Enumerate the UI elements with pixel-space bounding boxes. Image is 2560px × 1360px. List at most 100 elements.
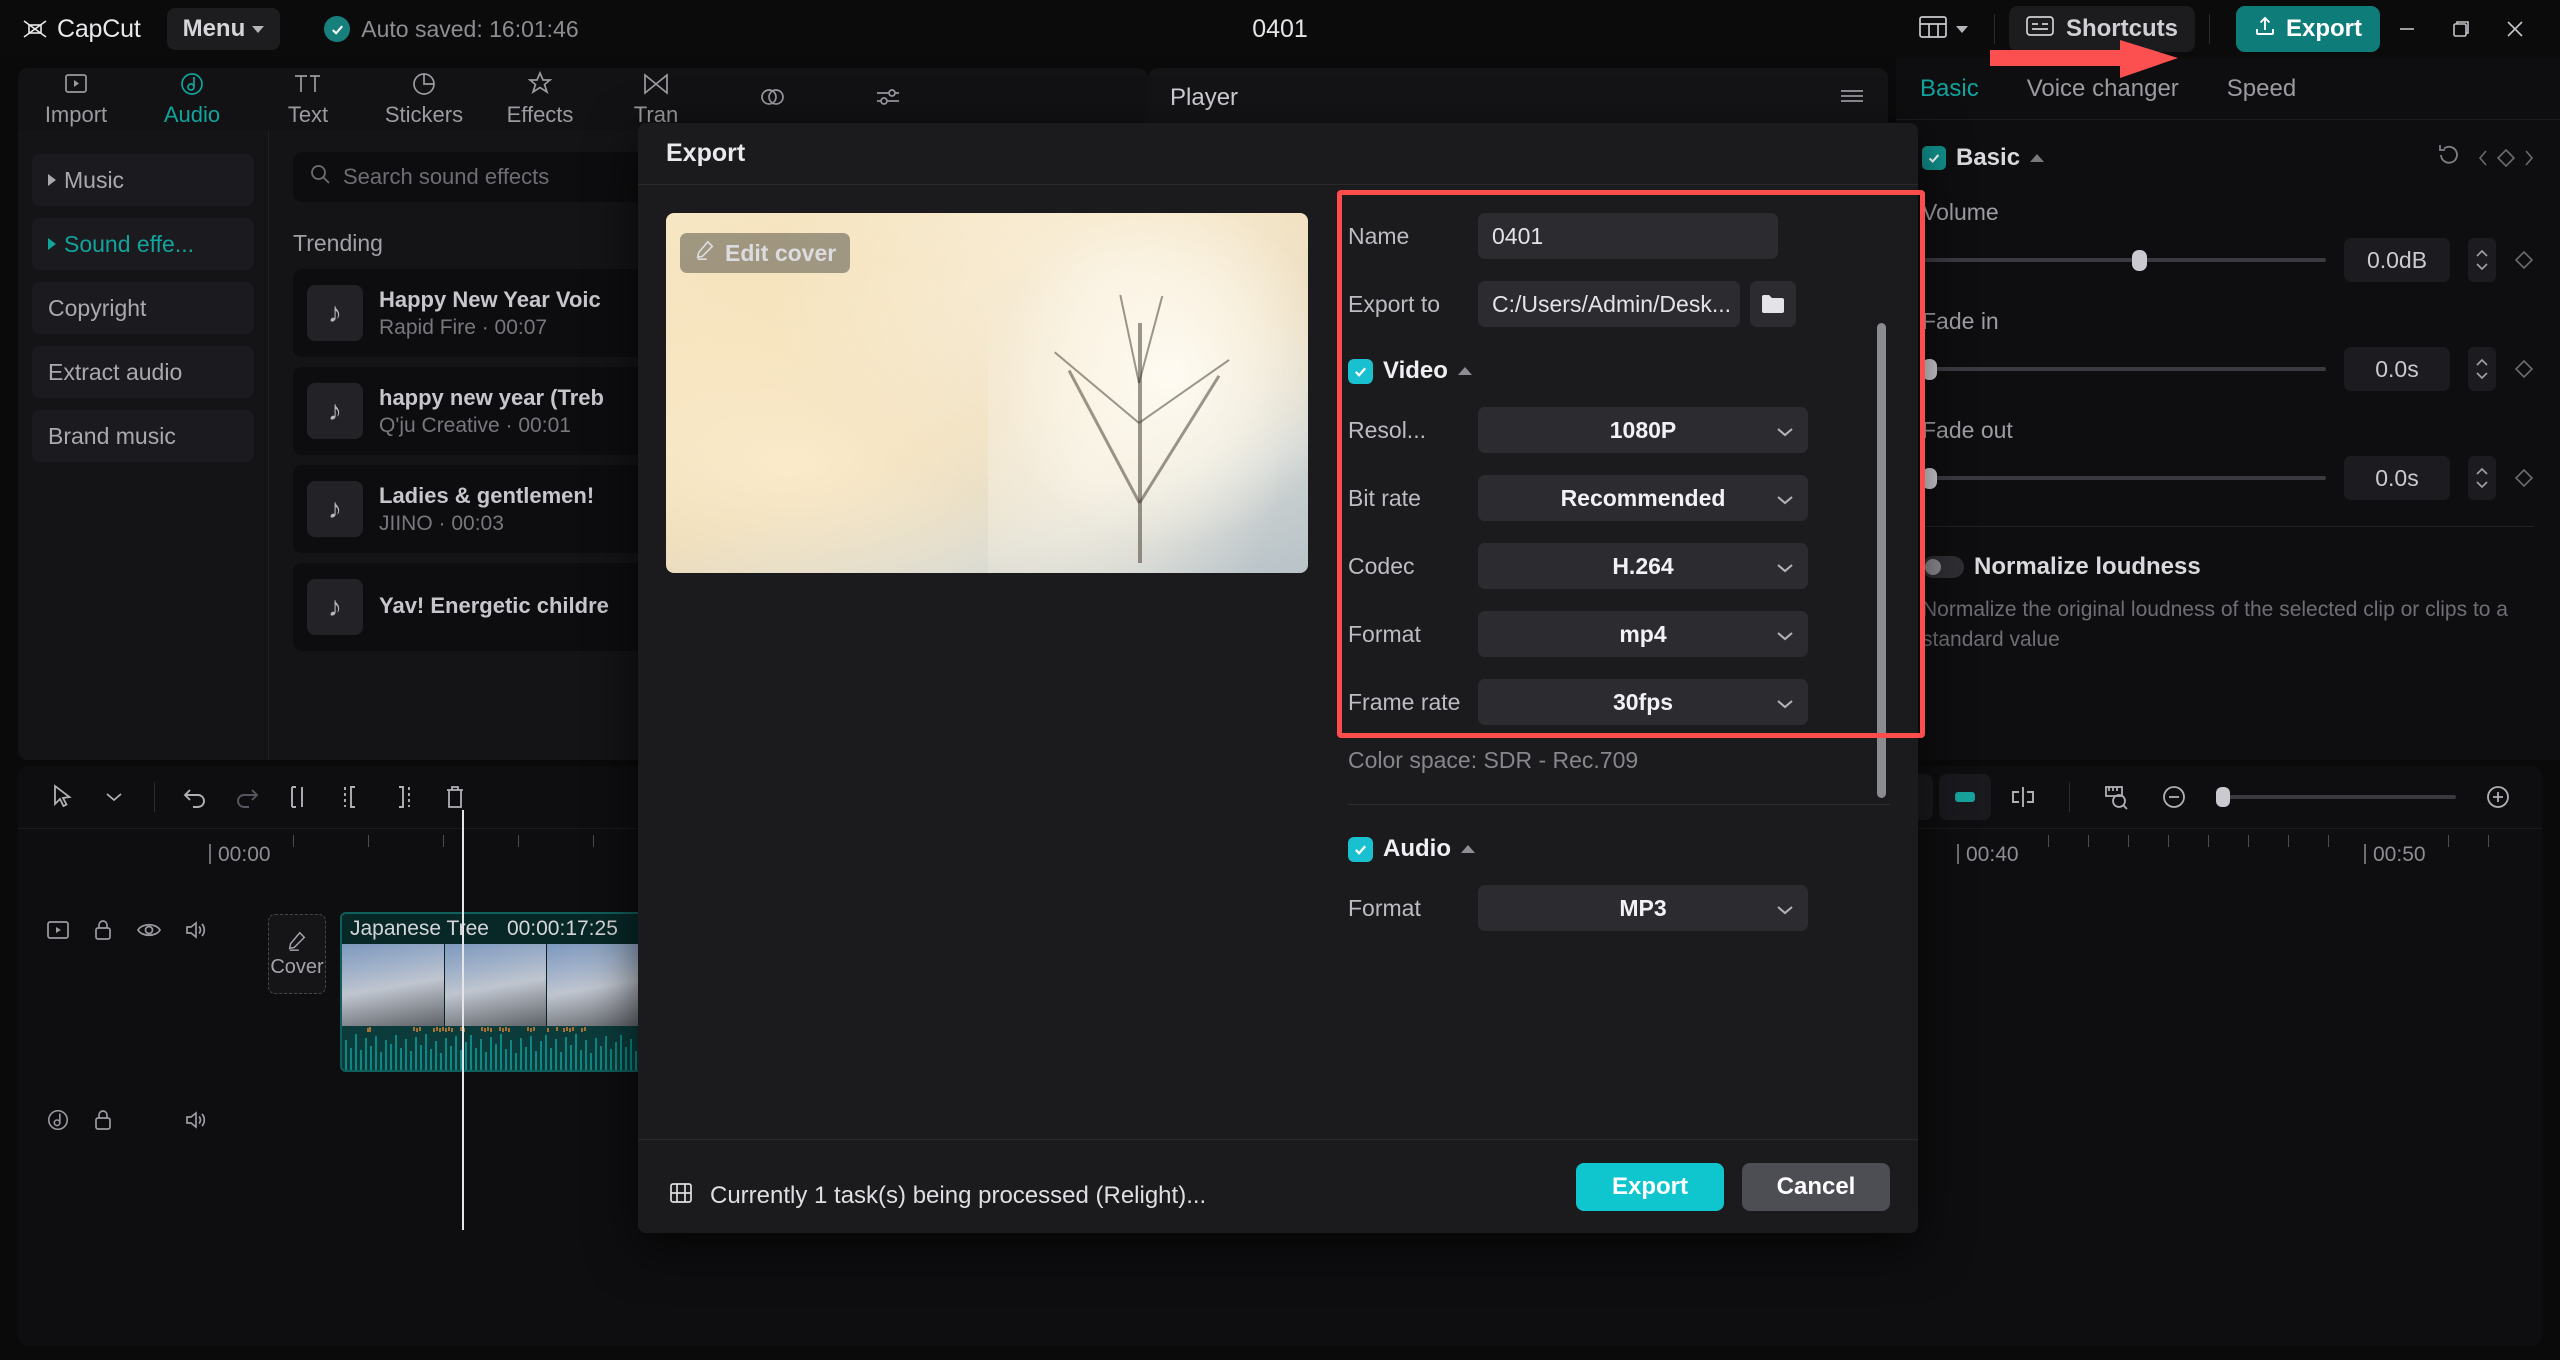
slider-handle[interactable] <box>1922 468 1937 489</box>
framerate-select[interactable]: 30fps <box>1478 679 1808 725</box>
undo-icon[interactable] <box>169 774 221 820</box>
volume-stepper[interactable] <box>2468 238 2496 282</box>
basic-checkbox[interactable] <box>1922 145 1946 170</box>
menu-button[interactable]: Menu <box>166 8 281 50</box>
minimize-button[interactable] <box>2380 0 2434 58</box>
export-path-input[interactable]: C:/Users/Admin/Desk... <box>1478 281 1740 327</box>
edit-cover-label: Edit cover <box>725 239 837 266</box>
divider <box>154 782 155 812</box>
chevron-up-icon[interactable] <box>2030 153 2045 162</box>
bitrate-select[interactable]: Recommended <box>1478 475 1808 521</box>
fade-out-stepper[interactable] <box>2468 456 2496 500</box>
trim-right-icon[interactable] <box>377 774 429 820</box>
tab-voice-changer[interactable]: Voice changer <box>2027 75 2179 103</box>
task-status-bar: Currently 1 task(s) being processed (Rel… <box>638 1160 1318 1232</box>
volume-slider[interactable] <box>1922 250 2326 271</box>
tab-speed[interactable]: Speed <box>2227 75 2296 103</box>
category-sound-effects[interactable]: Sound effe... <box>32 218 254 270</box>
chevron-up-icon[interactable] <box>1460 845 1475 853</box>
category-label: Copyright <box>48 294 147 321</box>
slider-handle[interactable] <box>1922 359 1937 380</box>
tab-adjust[interactable] <box>830 84 946 115</box>
playhead[interactable] <box>462 810 464 1230</box>
fade-out-keyframe[interactable] <box>2514 468 2534 488</box>
tab-filters[interactable] <box>714 84 830 115</box>
volume-keyframe[interactable] <box>2514 250 2534 270</box>
volume-icon[interactable] <box>184 919 208 946</box>
tab-stickers[interactable]: Stickers <box>366 71 482 128</box>
mirror-icon[interactable] <box>1997 774 2049 820</box>
redo-icon[interactable] <box>221 774 273 820</box>
fade-in-value[interactable]: 0.0s <box>2344 347 2450 391</box>
cancel-button[interactable]: Cancel <box>1742 1162 1890 1211</box>
format-select[interactable]: mp4 <box>1478 611 1808 657</box>
lock-icon[interactable] <box>92 1108 114 1137</box>
shortcuts-label: Shortcuts <box>2065 15 2178 42</box>
tab-effects[interactable]: Effects <box>482 70 598 128</box>
tab-import[interactable]: Import <box>18 71 134 128</box>
tab-text[interactable]: Text <box>250 71 366 128</box>
split-icon[interactable] <box>273 774 325 820</box>
title-bar: CapCut Menu Auto saved: 16:01:46 0401 Sh… <box>0 0 2560 58</box>
link-audio-icon[interactable] <box>1939 774 1991 820</box>
ruler-label: 00:40 <box>1957 843 2019 866</box>
keyframe-control[interactable] <box>2478 148 2534 168</box>
fade-out-slider[interactable] <box>1922 468 2326 489</box>
layout-button[interactable] <box>1907 8 1980 51</box>
timeline-clip[interactable]: Japanese Tree 00:00:17:25 <box>340 912 652 1072</box>
normalize-toggle[interactable] <box>1922 556 1964 578</box>
reset-icon[interactable] <box>2436 142 2462 173</box>
zoom-in-icon[interactable] <box>2472 774 2524 820</box>
codec-select[interactable]: H.264 <box>1478 543 1808 589</box>
delete-icon[interactable] <box>429 774 481 820</box>
select-tool-dropdown-icon[interactable] <box>88 774 140 820</box>
framerate-label: Frame rate <box>1348 688 1461 715</box>
audio-track-icon[interactable] <box>46 1108 70 1137</box>
resolution-select[interactable]: 1080P <box>1478 407 1808 453</box>
sfx-meta: Q'ju Creative · 00:01 <box>379 413 571 437</box>
slider-handle[interactable] <box>2132 250 2148 271</box>
name-input[interactable]: 0401 <box>1478 213 1778 259</box>
video-checkbox[interactable] <box>1348 358 1373 384</box>
player-title: Player <box>1170 84 1239 111</box>
cover-button[interactable]: Cover <box>268 914 326 994</box>
settings-scrollbar[interactable] <box>1877 323 1886 798</box>
fade-in-keyframe[interactable] <box>2514 359 2534 379</box>
zoom-to-fit-icon[interactable] <box>2090 774 2142 820</box>
video-track-icon[interactable] <box>46 919 70 946</box>
export-button-titlebar[interactable]: Export <box>2235 6 2380 52</box>
zoom-out-icon[interactable] <box>2148 774 2200 820</box>
edit-cover-button[interactable]: Edit cover <box>680 233 851 273</box>
player-menu-icon[interactable] <box>1838 87 1866 110</box>
close-button[interactable] <box>2488 0 2542 58</box>
audio-checkbox[interactable] <box>1348 836 1373 862</box>
browse-folder-button[interactable] <box>1750 281 1796 327</box>
basic-section-header: Basic <box>1922 142 2534 173</box>
tab-label: Stickers <box>384 101 464 127</box>
fade-in-stepper[interactable] <box>2468 347 2496 391</box>
tab-audio[interactable]: Audio <box>134 71 250 128</box>
audio-format-select[interactable]: MP3 <box>1478 885 1808 931</box>
category-music[interactable]: Music <box>32 154 254 206</box>
chevron-up-icon[interactable] <box>1457 367 1472 375</box>
select-tool-icon[interactable] <box>36 774 88 820</box>
volume-icon[interactable] <box>184 1109 208 1136</box>
fade-in-slider[interactable] <box>1922 359 2326 380</box>
tab-basic[interactable]: Basic <box>1920 75 1979 103</box>
category-extract-audio[interactable]: Extract audio <box>32 346 254 398</box>
search-icon <box>309 163 331 191</box>
shortcuts-button[interactable]: Shortcuts <box>2008 6 2195 52</box>
maximize-button[interactable] <box>2434 0 2488 58</box>
volume-value[interactable]: 0.0dB <box>2344 238 2450 282</box>
category-brand-music[interactable]: Brand music <box>32 410 254 462</box>
zoom-slider[interactable] <box>2216 787 2456 807</box>
tab-transitions[interactable]: Tran <box>598 71 714 128</box>
slider-handle[interactable] <box>2216 787 2230 807</box>
fade-out-value[interactable]: 0.0s <box>2344 456 2450 500</box>
lock-icon[interactable] <box>92 918 114 947</box>
export-confirm-button[interactable]: Export <box>1576 1162 1724 1211</box>
trim-left-icon[interactable] <box>325 774 377 820</box>
sfx-name: Happy New Year Voic <box>379 286 601 312</box>
eye-icon[interactable] <box>136 919 162 946</box>
category-copyright[interactable]: Copyright <box>32 282 254 334</box>
